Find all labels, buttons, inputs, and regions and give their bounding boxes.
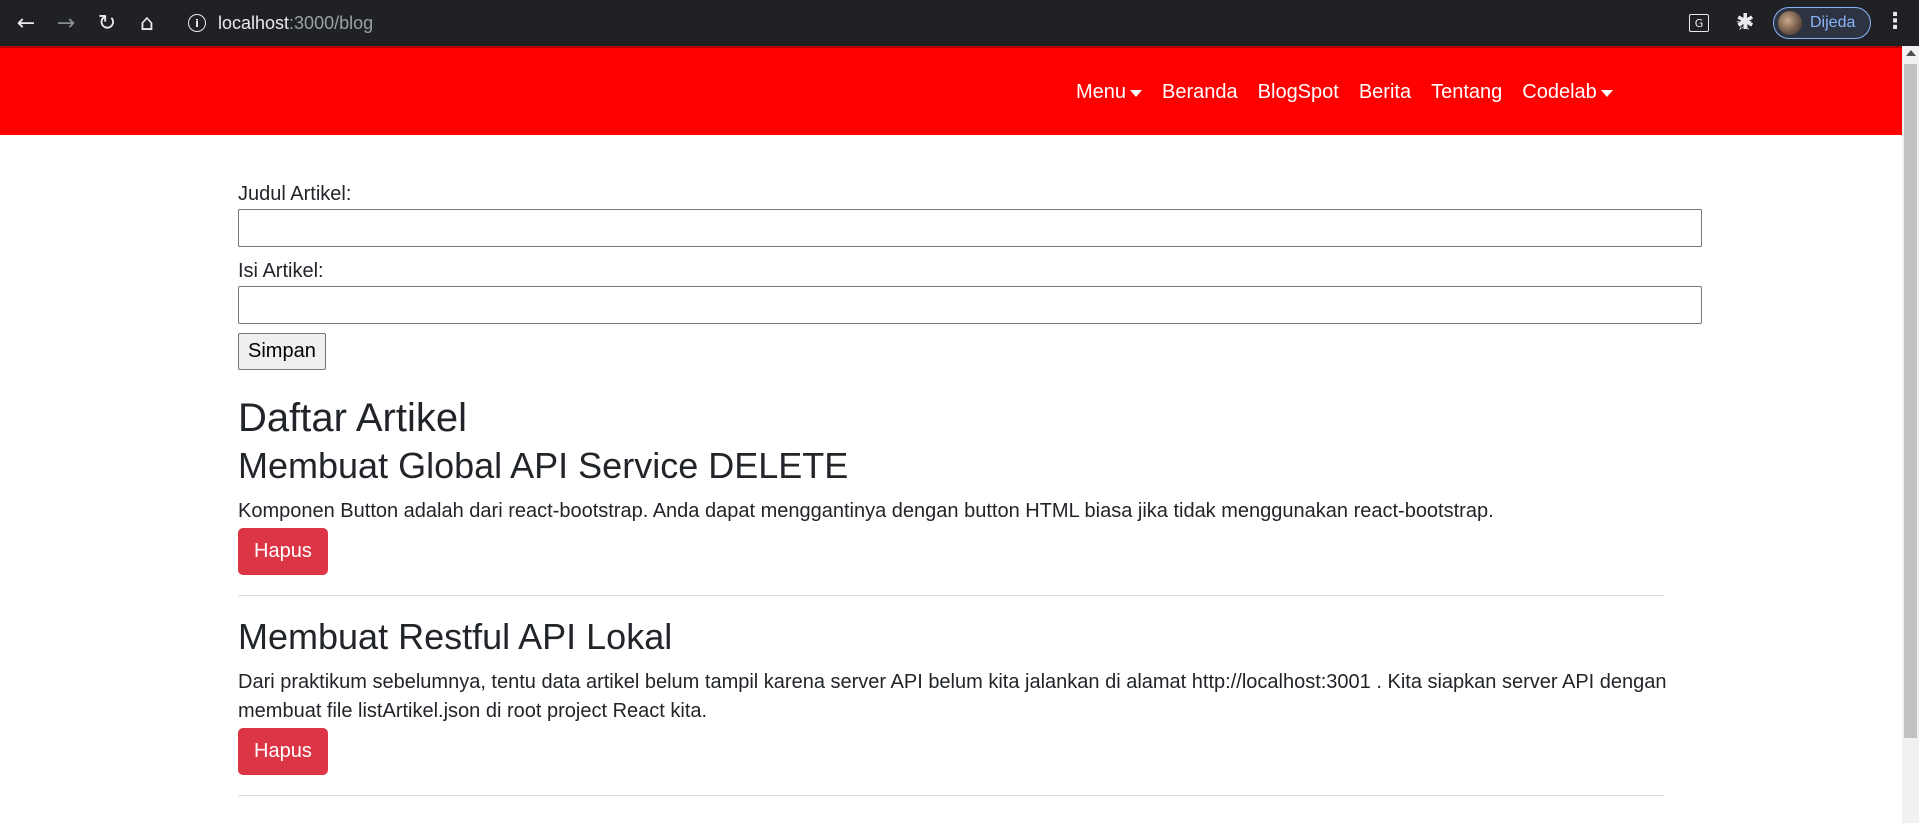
scroll-thumb[interactable] (1904, 64, 1917, 738)
page-scrollbar[interactable] (1902, 46, 1919, 823)
address-bar[interactable]: i localhost:3000/blog G ☆ (178, 7, 1773, 39)
nav-item-tentang[interactable]: Tentang (1431, 81, 1502, 104)
nav-item-label: Berita (1358, 81, 1412, 103)
url-host: localhost (218, 12, 290, 33)
divider (238, 795, 1664, 796)
profile-name: Dijeda (1810, 14, 1856, 31)
avatar (1778, 11, 1802, 35)
list-heading: Daftar Artikel (238, 396, 467, 440)
back-icon[interactable]: ← (6, 0, 46, 46)
body-label: Isi Artikel: (238, 260, 324, 282)
delete-button[interactable]: Hapus (238, 728, 328, 775)
nav-item-label: BlogSpot (1257, 81, 1339, 103)
article-body: Komponen Button adalah dari react-bootst… (238, 500, 1494, 522)
nav-items: Menu Beranda BlogSpot Berita Tentang Cod… (1076, 48, 1633, 137)
nav-item-label: Menu (1076, 81, 1127, 103)
nav-item-label: Codelab (1522, 81, 1597, 103)
caret-down-icon (1130, 90, 1143, 97)
nav-item-blogspot[interactable]: BlogSpot (1258, 81, 1339, 104)
caret-down-icon (1600, 90, 1613, 97)
url-text[interactable]: localhost:3000/blog (218, 13, 373, 34)
browser-toolbar: ← → ↻ ⌂ i localhost:3000/blog G ☆ ✱ Dije… (0, 0, 1919, 46)
nav-item-label: Beranda (1162, 81, 1238, 103)
reload-icon[interactable]: ↻ (87, 0, 127, 46)
title-input[interactable] (238, 209, 1702, 247)
delete-button[interactable]: Hapus (238, 528, 328, 575)
url-path: :3000/blog (289, 12, 374, 33)
article-body: Dari praktikum sebelumnya, tentu data ar… (238, 671, 1667, 722)
article-title: Membuat Global API Service DELETE (238, 445, 849, 486)
nav-item-beranda[interactable]: Beranda (1162, 81, 1238, 104)
nav-item-label: Tentang (1431, 81, 1503, 103)
home-icon[interactable]: ⌂ (127, 0, 167, 46)
save-button[interactable]: Simpan (238, 333, 326, 370)
body-input[interactable] (238, 286, 1702, 324)
site-info-icon[interactable]: i (188, 14, 206, 32)
article-item: Membuat Global API Service DELETE Kompon… (238, 445, 1702, 596)
translate-icon[interactable]: G (1689, 14, 1710, 32)
profile-button[interactable]: Dijeda (1773, 7, 1871, 39)
nav-item-berita[interactable]: Berita (1359, 81, 1411, 104)
article-title: Membuat Restful API Lokal (238, 616, 673, 657)
article-form: Judul Artikel: Isi Artikel: Simpan (238, 183, 1702, 370)
scroll-up-arrow-icon[interactable] (1906, 50, 1916, 56)
extensions-icon[interactable]: ✱ (1736, 10, 1754, 35)
nav-item-codelab[interactable]: Codelab (1522, 81, 1613, 104)
nav-item-menu[interactable]: Menu (1076, 81, 1143, 104)
article-item: Membuat Restful API Lokal Dari praktikum… (238, 616, 1702, 796)
browser-menu-icon[interactable]: ⋮ (1884, 9, 1906, 34)
site-navbar: Menu Beranda BlogSpot Berita Tentang Cod… (0, 46, 1902, 135)
title-label: Judul Artikel: (238, 183, 352, 205)
divider (238, 595, 1664, 596)
main-content: Judul Artikel: Isi Artikel: Simpan Dafta… (238, 135, 1702, 796)
forward-icon[interactable]: → (46, 0, 86, 46)
